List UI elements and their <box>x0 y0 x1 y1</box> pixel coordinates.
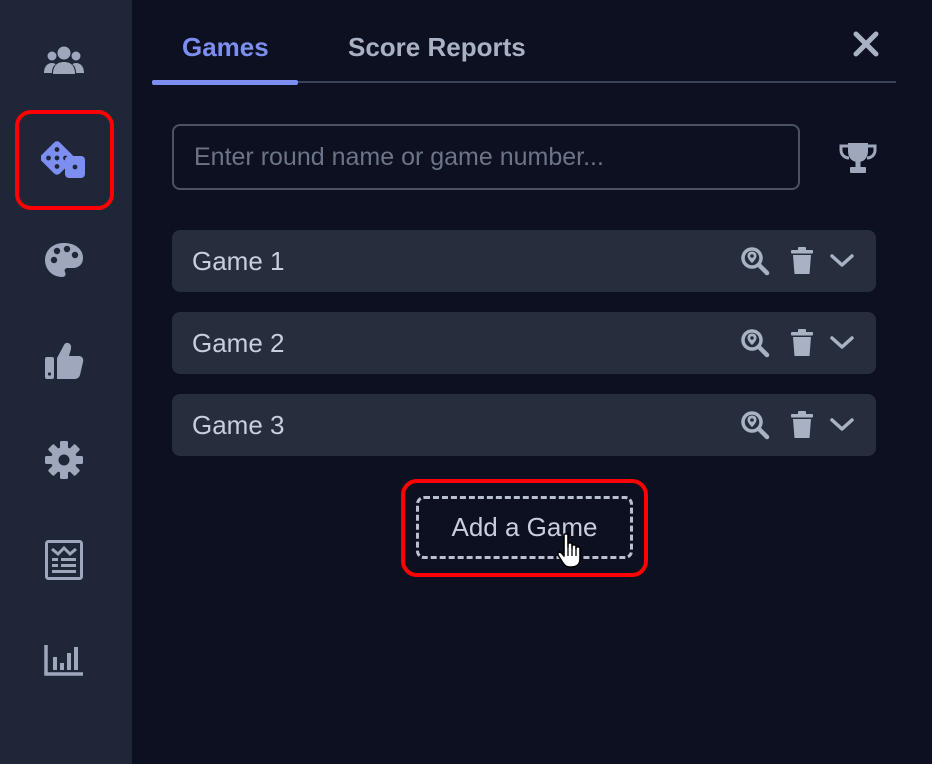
delete-game-button[interactable] <box>788 409 816 441</box>
locate-game-button[interactable] <box>738 327 772 359</box>
leaderboard-button[interactable] <box>836 138 880 178</box>
expand-game-button[interactable] <box>828 409 856 441</box>
bar-chart-icon <box>44 645 83 676</box>
trash-icon <box>791 411 813 438</box>
locate-game-button[interactable] <box>738 409 772 441</box>
trophy-icon <box>839 143 877 173</box>
sidebar-item-users[interactable] <box>22 18 106 102</box>
search-input[interactable] <box>172 124 800 190</box>
locate-game-button[interactable] <box>738 245 772 277</box>
sidebar-item-feedback[interactable] <box>22 318 106 402</box>
sidebar-item-theme[interactable] <box>22 218 106 302</box>
game-row[interactable]: Game 2 <box>172 312 876 374</box>
dice-icon <box>41 141 85 178</box>
delete-game-button[interactable] <box>788 245 816 277</box>
trash-icon <box>791 329 813 356</box>
app-window: Games Score Reports Game 1 <box>0 0 932 764</box>
game-label: Game 3 <box>192 410 285 440</box>
sidebar-item-settings[interactable] <box>22 418 106 502</box>
game-label: Game 1 <box>192 246 285 276</box>
chevron-down-icon <box>830 418 854 431</box>
scoreboard-icon <box>45 540 83 580</box>
tab-active-indicator <box>152 80 298 85</box>
search-location-icon <box>741 247 770 276</box>
expand-game-button[interactable] <box>828 327 856 359</box>
sidebar-item-games[interactable] <box>22 118 106 202</box>
expand-game-button[interactable] <box>828 245 856 277</box>
thumbs-up-icon <box>45 342 84 379</box>
chevron-down-icon <box>830 336 854 349</box>
palette-icon <box>45 243 83 277</box>
tab-games[interactable]: Games <box>182 32 269 63</box>
sidebar-item-scoreboard[interactable] <box>22 518 106 602</box>
chevron-down-icon <box>830 254 854 267</box>
sidebar-item-stats[interactable] <box>22 618 106 702</box>
users-icon <box>44 46 84 74</box>
game-label: Game 2 <box>192 328 285 358</box>
delete-game-button[interactable] <box>788 327 816 359</box>
game-row[interactable]: Game 1 <box>172 230 876 292</box>
search-location-icon <box>741 329 770 358</box>
trash-icon <box>791 247 813 274</box>
close-icon <box>853 31 879 57</box>
gear-icon <box>45 441 83 479</box>
tab-score-reports[interactable]: Score Reports <box>348 32 526 63</box>
search-location-icon <box>741 411 770 440</box>
close-button[interactable] <box>848 26 884 62</box>
sidebar <box>0 0 132 764</box>
game-row[interactable]: Game 3 <box>172 394 876 456</box>
add-game-button[interactable]: Add a Game <box>416 496 633 559</box>
